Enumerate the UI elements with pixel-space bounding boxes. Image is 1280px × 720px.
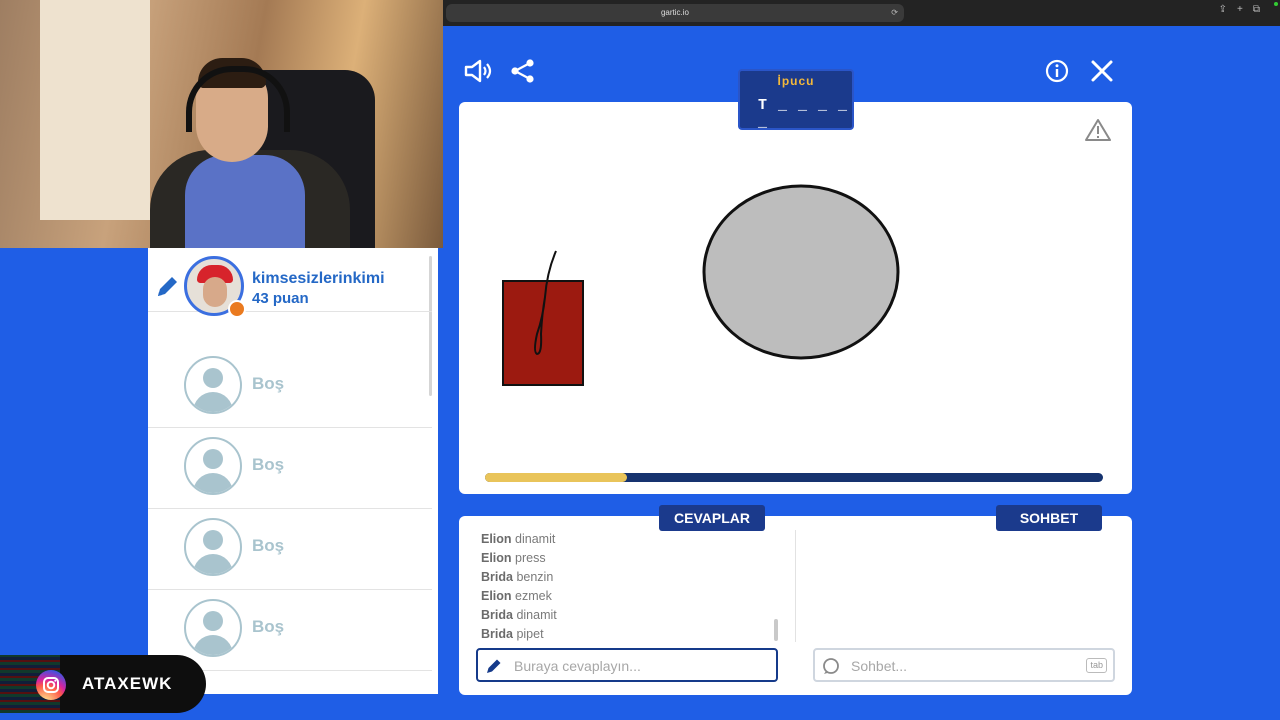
players-panel: kimsesizlerinkimi 43 puan Boş Boş Boş Bo…	[148, 248, 438, 694]
drawing	[502, 184, 900, 386]
address-bar[interactable]: gartic.io ⟳	[446, 4, 904, 22]
tab-answers[interactable]: CEVAPLAR	[659, 505, 765, 531]
empty-slot-label: Boş	[252, 455, 285, 474]
tab-shortcut-hint: tab	[1086, 658, 1107, 673]
answer-user: Elion	[481, 589, 512, 603]
share-icon[interactable]	[510, 58, 536, 84]
hint-pattern: T _ _ _ _ _	[758, 97, 849, 131]
chat-input[interactable]	[849, 650, 1073, 682]
reload-icon[interactable]: ⟳	[891, 4, 898, 22]
round-timer-fill	[485, 473, 628, 482]
drawn-circle	[702, 184, 900, 360]
drawing-canvas[interactable]	[459, 102, 1132, 494]
close-icon[interactable]	[1090, 59, 1114, 83]
answers-scrollbar[interactable]	[774, 619, 778, 641]
report-warning-icon[interactable]	[1085, 118, 1111, 142]
answer-text: ezmek	[515, 589, 552, 603]
answer-item: Elion dinamit	[481, 532, 555, 546]
answer-user: Elion	[481, 551, 512, 565]
empty-slot-label: Boş	[252, 617, 285, 636]
hint-box: İpucu T _ _ _ _ _	[738, 69, 854, 131]
answer-item: Brida benzin	[481, 570, 553, 584]
streamer-shirt	[185, 155, 305, 248]
instagram-handle: ATAXEWK	[82, 674, 173, 693]
empty-slot-label: Boş	[252, 374, 285, 393]
hint-title: İpucu	[777, 74, 815, 88]
drawn-box	[502, 280, 584, 386]
answer-user: Elion	[481, 532, 512, 546]
answer-user: Brida	[481, 608, 513, 622]
answer-input[interactable]	[512, 650, 776, 682]
player-row-current: kimsesizlerinkimi 43 puan	[148, 248, 432, 318]
answer-text: dinamit	[515, 532, 556, 546]
empty-avatar-icon	[184, 518, 242, 576]
info-icon[interactable]	[1045, 59, 1069, 83]
answer-user: Brida	[481, 570, 513, 584]
answer-item: Elion press	[481, 551, 546, 565]
speaker-icon[interactable]	[463, 58, 493, 84]
instagram-icon	[36, 670, 66, 700]
pencil-icon	[487, 659, 501, 673]
player-row-empty: Boş	[148, 508, 432, 590]
wall-art	[40, 0, 150, 220]
browser-actions[interactable]: ⇪+⧉	[1219, 4, 1270, 15]
answer-text: pipet	[516, 627, 544, 641]
instagram-badge: ATAXEWK	[0, 655, 206, 713]
answer-text: press	[515, 551, 546, 565]
answer-text: dinamit	[516, 608, 557, 622]
answer-item: Brida pipet	[481, 627, 544, 641]
empty-avatar-icon	[184, 599, 242, 657]
chat-bubble-icon	[823, 658, 839, 674]
empty-avatar-icon	[184, 437, 242, 495]
answer-item: Elion ezmek	[481, 589, 552, 603]
status-badge	[228, 300, 246, 318]
avatar-face	[203, 277, 227, 307]
player-row-empty: Boş	[148, 427, 432, 509]
panel-divider	[795, 530, 796, 642]
empty-slot-label: Boş	[252, 536, 285, 555]
tab-chat[interactable]: SOHBET	[996, 505, 1102, 531]
empty-avatar-icon	[184, 356, 242, 414]
pencil-icon	[158, 277, 177, 296]
player-score: 43 puan	[252, 290, 309, 307]
answer-text: benzin	[516, 570, 554, 584]
url-text: gartic.io	[660, 8, 689, 17]
round-timer-bar	[485, 473, 1103, 482]
player-row-empty: Boş	[148, 346, 432, 428]
answer-user: Brida	[481, 627, 513, 641]
answer-item: Brida dinamit	[481, 608, 557, 622]
webcam-overlay	[0, 0, 443, 248]
status-dot	[1274, 2, 1278, 6]
answer-field[interactable]	[476, 648, 778, 682]
player-name: kimsesizlerinkimi	[252, 270, 385, 287]
chat-field[interactable]: tab	[813, 648, 1115, 682]
